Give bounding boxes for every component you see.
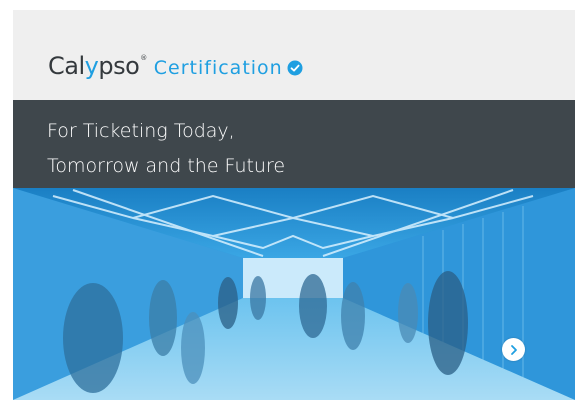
- corridor-scene: [13, 188, 575, 400]
- tagline-banner: For Ticketing Today, Tomorrow and the Fu…: [13, 100, 575, 188]
- hero-image: [13, 188, 575, 400]
- chevron-right-icon: [510, 344, 517, 355]
- tagline: For Ticketing Today, Tomorrow and the Fu…: [47, 114, 285, 184]
- brand-header: Calypso® Certification: [48, 52, 303, 82]
- promo-card: Calypso® Certification For Ticketing Tod…: [13, 10, 575, 400]
- certification-label: Certification: [154, 57, 303, 79]
- certification-text: Certification: [153, 57, 283, 79]
- check-badge-icon: [287, 59, 303, 76]
- calypso-logo: Calypso®: [48, 52, 147, 80]
- next-button[interactable]: [502, 338, 525, 361]
- tagline-line-1: For Ticketing Today,: [47, 120, 235, 142]
- tagline-line-2: Tomorrow and the Future: [47, 155, 286, 177]
